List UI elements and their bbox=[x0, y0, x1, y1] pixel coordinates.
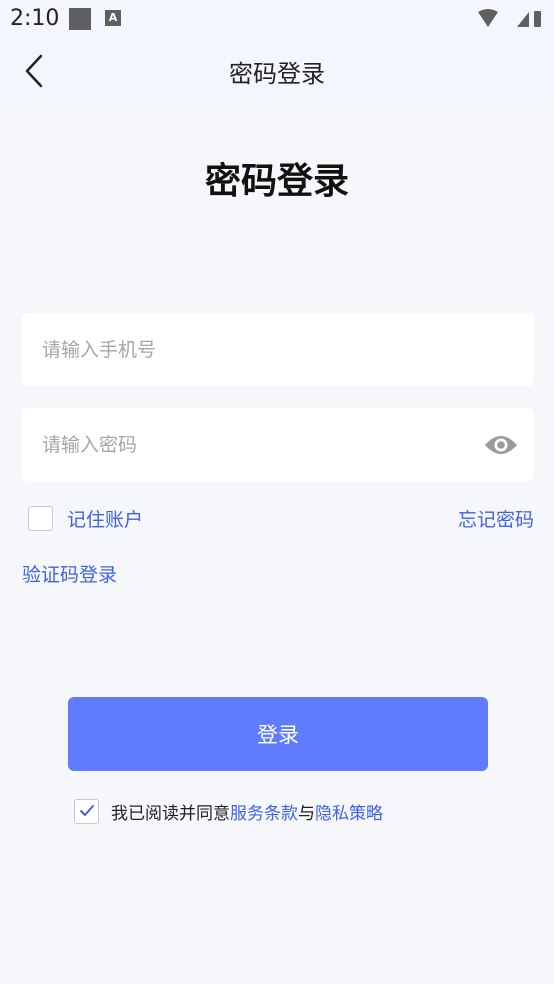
phone-input[interactable] bbox=[22, 313, 534, 386]
terms-of-service-link[interactable]: 服务条款 bbox=[230, 804, 298, 824]
status-time: 2:10 bbox=[10, 6, 60, 31]
privacy-policy-link[interactable]: 隐私策略 bbox=[315, 804, 383, 824]
battery-icon bbox=[534, 11, 541, 27]
remember-label: 记住账户 bbox=[67, 508, 144, 531]
agreement-row: 我已阅读并同意服务条款与隐私策略 bbox=[74, 798, 383, 824]
nav-bar: 密码登录 bbox=[0, 40, 554, 102]
page-heading: 密码登录 bbox=[204, 161, 349, 202]
login-button[interactable]: 登录 bbox=[68, 697, 488, 771]
eye-icon bbox=[485, 436, 517, 454]
agreement-conjunction: 与 bbox=[298, 803, 315, 824]
remember-checkbox[interactable] bbox=[28, 505, 53, 531]
forgot-password-link[interactable]: 忘记密码 bbox=[458, 505, 534, 532]
remember-account-toggle[interactable]: 记住账户 bbox=[28, 505, 143, 531]
check-icon bbox=[79, 805, 94, 816]
signal-icon bbox=[517, 12, 529, 27]
notification-a-icon: A bbox=[105, 10, 121, 26]
agreement-text: 我已阅读并同意服务条款与隐私策略 bbox=[111, 799, 383, 824]
agreement-checkbox[interactable] bbox=[74, 798, 99, 824]
status-bar: 2:10 A bbox=[0, 0, 554, 40]
login-screen: 2:10 A 密码登录 密码登录 请输入手机号 记住账户 忘记密码 验证码登录 … bbox=[0, 0, 554, 984]
password-field bbox=[22, 408, 534, 481]
password-input[interactable] bbox=[22, 408, 534, 481]
sms-login-link[interactable]: 验证码登录 bbox=[22, 560, 117, 587]
wifi-icon bbox=[478, 9, 498, 27]
phone-field bbox=[22, 313, 534, 386]
toggle-password-visibility-button[interactable] bbox=[484, 430, 518, 460]
agreement-prefix: 我已阅读并同意 bbox=[111, 803, 230, 824]
status-icons bbox=[478, 9, 541, 27]
notification-square-icon bbox=[69, 8, 91, 30]
nav-title: 密码登录 bbox=[229, 60, 325, 88]
